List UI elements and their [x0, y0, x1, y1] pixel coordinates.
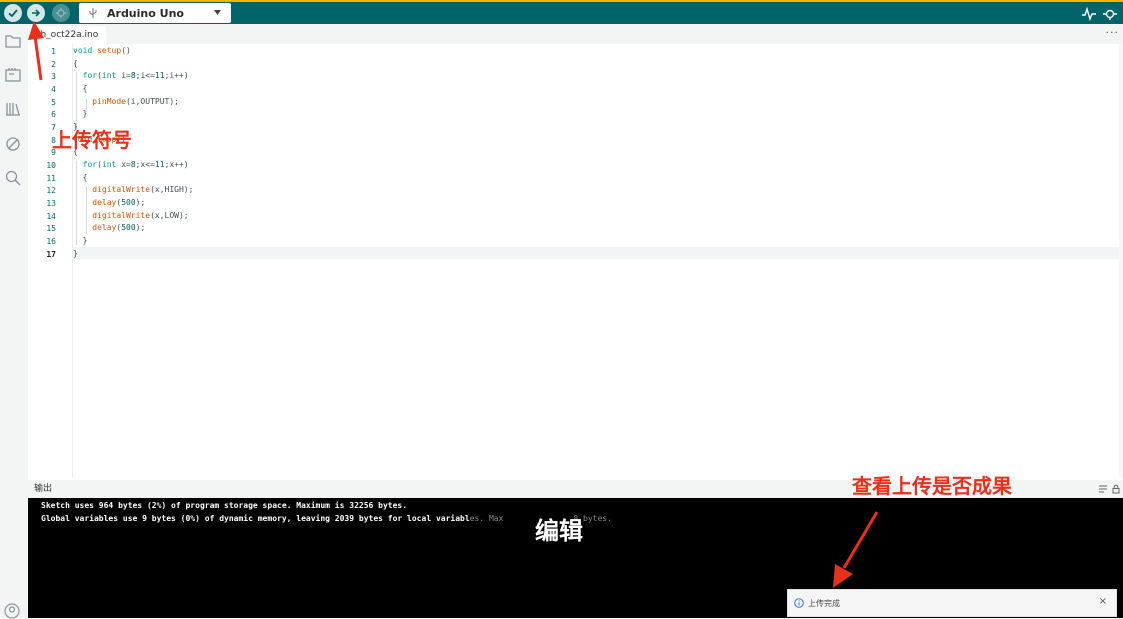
code-line: { [73, 59, 78, 68]
upload-arrow-annotation [28, 21, 44, 81]
line-number: 11 [46, 174, 56, 183]
code-line: delay(500); [92, 198, 146, 207]
sidebar [0, 24, 28, 618]
check-result-annotation-label: 查看上传是否成果 [852, 474, 1012, 498]
library-icon[interactable] [4, 100, 22, 118]
console-line-tail: es. Max [469, 514, 504, 523]
code-editor[interactable]: 1 2 3 4 5 6 7 8 9 10 11 12 13 14 15 16 1… [28, 44, 1120, 478]
code-line: digitalWrite(x,HIGH); [92, 185, 194, 194]
info-icon [794, 598, 804, 608]
console-line: Sketch uses 964 bytes (2%) of program st… [41, 501, 408, 510]
line-number: 12 [46, 186, 56, 195]
code-line: { [73, 84, 88, 93]
debug-off-icon[interactable] [4, 135, 22, 153]
editor-scrollbar[interactable] [1119, 44, 1123, 478]
search-icon[interactable] [4, 169, 22, 187]
usb-icon [89, 8, 97, 18]
lock-icon[interactable] [1111, 484, 1121, 494]
debug-icon [56, 8, 66, 18]
code-line: } [73, 109, 88, 118]
code-line: pinMode(i,OUTPUT); [92, 97, 179, 106]
chevron-down-icon [214, 10, 221, 15]
edit-annotation-label: 编辑 [535, 517, 583, 545]
upload-annotation-label: 上传符号 [52, 128, 132, 152]
line-number: 5 [51, 98, 56, 107]
line-number: 15 [46, 224, 56, 233]
toolbar: Arduino Uno [0, 0, 1123, 24]
board-name: Arduino Uno [107, 6, 184, 20]
verify-button[interactable] [4, 4, 22, 22]
line-number-active: 17 [46, 250, 56, 259]
clear-output-icon[interactable] [1098, 484, 1108, 494]
output-title: 输出 [34, 484, 53, 494]
line-number: 14 [46, 212, 56, 221]
line-number: 6 [51, 110, 56, 119]
code-line: } [73, 249, 78, 258]
line-number-gutter: 1 2 3 4 5 6 7 8 9 10 11 12 13 14 15 16 1… [28, 44, 73, 478]
current-line-highlight [73, 247, 1120, 259]
line-number: 4 [51, 85, 56, 94]
tab-bar: tch_oct22a.ino ··· [28, 24, 1123, 44]
serial-monitor-icon[interactable] [1102, 6, 1118, 22]
code-line: { [73, 173, 88, 182]
console-line-text: Global variables use 9 bytes (0%) of dyn… [41, 514, 470, 523]
more-options-button[interactable]: ··· [1106, 26, 1120, 39]
console-line: Global variables use 9 bytes (0%) of dyn… [41, 514, 612, 523]
close-notification-button[interactable]: × [1099, 596, 1107, 607]
upload-notification: 上传完成 × [787, 589, 1117, 617]
line-number: 10 [46, 161, 56, 170]
board-selector[interactable]: Arduino Uno [79, 3, 231, 23]
code-line: void setup() [73, 46, 131, 55]
folder-icon[interactable] [4, 32, 22, 50]
result-arrow-annotation [833, 511, 879, 588]
line-number: 13 [46, 199, 56, 208]
pulse-icon[interactable] [1081, 6, 1097, 22]
code-line: delay(500); [92, 223, 146, 232]
line-number: 16 [46, 237, 56, 246]
check-icon [8, 9, 18, 18]
account-icon[interactable] [4, 603, 20, 619]
board-icon[interactable] [4, 66, 22, 84]
code-line: } [73, 236, 88, 245]
code-line: for(int x=8;x<=11;x++) [82, 160, 189, 169]
code-line: for(int i=8;i<=11;i++) [82, 71, 189, 80]
notification-message: 上传完成 [808, 599, 840, 608]
code-line: digitalWrite(x,LOW); [92, 211, 189, 220]
